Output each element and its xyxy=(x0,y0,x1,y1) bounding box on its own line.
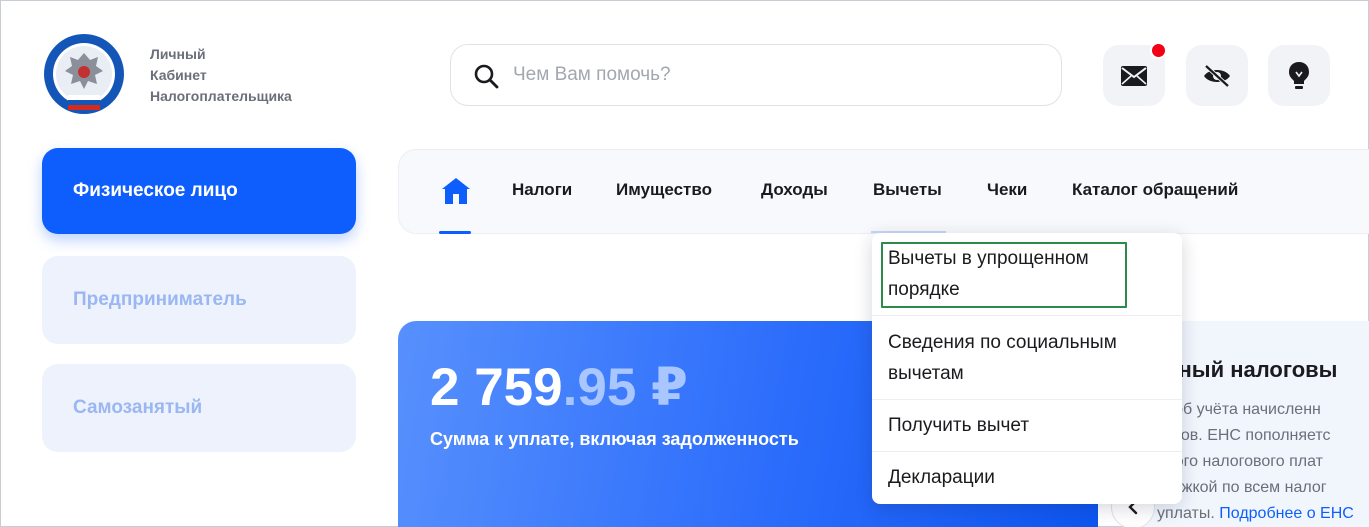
nav-item-receipts[interactable]: Чеки xyxy=(987,180,1027,200)
brand-line-3: Налогоплательщика xyxy=(150,88,292,104)
dropdown-divider xyxy=(872,315,1182,316)
dropdown-item-get-deduction[interactable]: Получить вычет xyxy=(888,410,1166,441)
sidebar-tab-label: Физическое лицо xyxy=(73,180,238,201)
dropdown-item-focus-outline xyxy=(881,242,1127,308)
sidebar-tab-label: Предприниматель xyxy=(73,289,247,310)
mail-icon xyxy=(1121,65,1147,86)
nav-item-income[interactable]: Доходы xyxy=(761,180,828,200)
dropdown-item-line: Получить вычет xyxy=(888,415,1030,436)
search-input[interactable] xyxy=(513,55,1033,95)
ens-text-line: уплаты. Подробнее о ЕНС xyxy=(1157,501,1354,527)
ens-text-line: иного налогового плат xyxy=(1157,453,1323,470)
nav-item-deductions[interactable]: Вычеты xyxy=(873,180,942,200)
home-icon[interactable] xyxy=(441,177,471,205)
payment-amount: 2 759.95 ₽ xyxy=(430,357,688,418)
eye-off-icon xyxy=(1204,64,1230,87)
fns-emblem-icon[interactable] xyxy=(43,33,125,115)
search-box[interactable] xyxy=(450,44,1062,106)
search-icon xyxy=(474,64,499,89)
dropdown-divider xyxy=(872,399,1182,400)
dropdown-item-line: Декларации xyxy=(888,467,995,488)
sidebar-tab-entrepreneur[interactable]: Предприниматель xyxy=(42,256,356,344)
tips-button[interactable] xyxy=(1268,45,1330,106)
deductions-dropdown-menu: Вычеты в упрощенном порядке Сведения по … xyxy=(872,233,1182,504)
visibility-toggle-button[interactable] xyxy=(1186,45,1248,106)
brand-line-2: Кабинет xyxy=(150,67,207,83)
nav-item-taxes[interactable]: Налоги xyxy=(512,180,572,200)
ens-text-line: особ учёта начисленн xyxy=(1157,401,1321,418)
dropdown-item-declarations[interactable]: Декларации xyxy=(888,462,1166,493)
dropdown-item-social-deductions[interactable]: Сведения по социальным вычетам xyxy=(888,327,1166,389)
dropdown-item-line: вычетам xyxy=(888,363,964,384)
nav-item-requests-catalog[interactable]: Каталог обращений xyxy=(1072,180,1238,200)
ens-card-text: особ учёта начисленн логов. ЕНС пополняе… xyxy=(1157,397,1354,527)
sidebar-tab-self-employed[interactable]: Самозанятый xyxy=(42,364,356,452)
dropdown-item-line: Сведения по социальным xyxy=(888,332,1117,353)
ens-text-line: атёжкой по всем налог xyxy=(1157,479,1327,496)
notification-badge xyxy=(1150,42,1167,59)
nav-home-active-indicator xyxy=(439,231,471,234)
payment-amount-label: Сумма к уплате, включая задолженность xyxy=(430,429,799,449)
ens-more-link[interactable]: Подробнее о ЕНС xyxy=(1219,505,1354,522)
brand-line-1: Личный xyxy=(150,46,206,62)
brand-title: Личный Кабинет Налогоплательщика xyxy=(150,44,292,107)
payment-amount-decimal: .95 ₽ xyxy=(562,358,688,417)
ens-text-line: логов. ЕНС пополняетс xyxy=(1157,427,1331,444)
ens-text-last: уплаты. xyxy=(1157,505,1220,522)
nav-item-property[interactable]: Имущество xyxy=(616,180,712,200)
main-nav: Налоги Имущество Доходы Вычеты Чеки Ката… xyxy=(398,149,1369,234)
sidebar-tab-label: Самозанятый xyxy=(73,397,203,418)
sidebar-tab-individual[interactable]: Физическое лицо xyxy=(42,148,356,234)
lightbulb-icon xyxy=(1289,61,1309,89)
dropdown-divider xyxy=(872,451,1182,452)
payment-amount-integer: 2 759 xyxy=(430,358,563,417)
